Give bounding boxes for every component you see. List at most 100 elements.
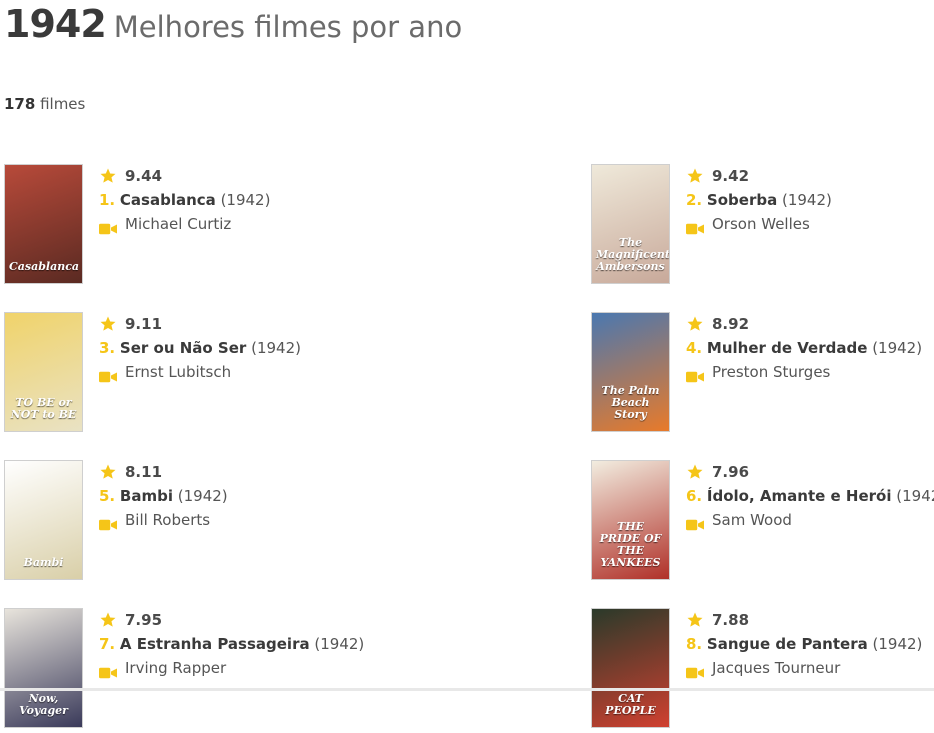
movie-info: 9.11 3. Ser ou Não Ser (1942) Ernst Lubits…	[99, 312, 301, 384]
rating-value: 8.11	[125, 463, 163, 481]
movie-rating: 9.42	[686, 164, 832, 188]
star-icon	[99, 463, 117, 481]
movie-title-line: 5. Bambi (1942)	[99, 484, 228, 508]
star-icon	[686, 167, 704, 185]
film-count-number: 178	[4, 95, 36, 113]
poster-title: The Magnificent Ambersons	[596, 236, 670, 273]
movie-rating: 7.96	[686, 460, 934, 484]
video-camera-icon	[686, 662, 704, 679]
poster-title: THE PRIDE OF THE YANKEES	[599, 520, 662, 569]
movie-rank: 5.	[99, 487, 116, 505]
movie-poster[interactable]: The Palm Beach Story	[591, 312, 670, 432]
star-icon	[686, 315, 704, 333]
movie-card[interactable]: TO BE or NOT to BE 9.11 3. Ser ou Não Ser …	[4, 312, 344, 437]
movie-director: Michael Curtiz	[99, 212, 270, 236]
video-camera-icon	[686, 366, 704, 383]
director-name-link[interactable]: Jacques Tourneur	[712, 656, 840, 680]
movie-rating: 9.11	[99, 312, 301, 336]
poster-title: Now, Voyager	[19, 692, 68, 717]
video-camera-icon	[686, 218, 704, 235]
video-camera-icon	[99, 218, 117, 235]
star-icon	[99, 611, 117, 629]
movie-year: (1942)	[251, 339, 301, 357]
movie-title-link[interactable]: A Estranha Passageira	[120, 635, 310, 653]
movie-poster[interactable]: Casablanca	[4, 164, 83, 284]
movie-director: Ernst Lubitsch	[99, 360, 301, 384]
movie-poster[interactable]: Bambi	[4, 460, 83, 580]
director-name-link[interactable]: Ernst Lubitsch	[125, 360, 231, 384]
movie-card[interactable]: Now, Voyager 7.95 7. A Estranha Passageira…	[4, 608, 364, 733]
movie-title-line: 4. Mulher de Verdade (1942)	[686, 336, 922, 360]
star-icon	[99, 315, 117, 333]
movie-director: Preston Sturges	[686, 360, 922, 384]
rating-value: 7.88	[712, 611, 750, 629]
movie-year: (1942)	[781, 191, 832, 209]
star-icon	[99, 167, 117, 185]
page-subtitle: Melhores filmes por ano	[113, 10, 463, 44]
movie-title-line: 8. Sangue de Pantera (1942)	[686, 632, 922, 656]
movie-director: Jacques Tourneur	[686, 656, 922, 680]
director-name-link[interactable]: Bill Roberts	[125, 508, 210, 532]
film-count: 178 filmes	[4, 95, 85, 113]
movie-rank: 6.	[686, 487, 703, 505]
poster-title: The Palm Beach Story	[601, 384, 660, 421]
poster-title: TO BE or NOT to BE	[10, 396, 77, 421]
movie-poster[interactable]: The Magnificent Ambersons	[591, 164, 670, 284]
movie-info: 8.92 4. Mulher de Verdade (1942) Preston S…	[686, 312, 922, 384]
video-camera-icon	[99, 662, 117, 679]
rating-value: 9.44	[125, 167, 163, 185]
movie-info: 7.95 7. A Estranha Passageira (1942) Irvin…	[99, 608, 364, 680]
movie-title-line: 1. Casablanca (1942)	[99, 188, 270, 212]
movie-director: Sam Wood	[686, 508, 934, 532]
movie-rating: 9.44	[99, 164, 270, 188]
movie-rank: 7.	[99, 635, 116, 653]
rating-value: 9.11	[125, 315, 163, 333]
movie-card[interactable]: Bambi 8.11 5. Bambi (1942) Bill Roberts	[4, 460, 344, 585]
movie-title-link[interactable]: Soberba	[707, 191, 777, 209]
movie-card[interactable]: The Palm Beach Story 8.92 4. Mulher de Ver…	[591, 312, 931, 437]
movie-title-link[interactable]: Sangue de Pantera	[707, 635, 868, 653]
film-count-label: filmes	[35, 95, 86, 113]
movie-rating: 7.88	[686, 608, 922, 632]
movie-poster[interactable]: Now, Voyager	[4, 608, 83, 728]
movie-title-line: 3. Ser ou Não Ser (1942)	[99, 336, 301, 360]
movie-year: (1942)	[872, 339, 923, 357]
movie-title-line: 6. Ídolo, Amante e Herói (1942)	[686, 484, 934, 508]
movie-year: (1942)	[896, 487, 934, 505]
movie-title-link[interactable]: Casablanca	[120, 191, 216, 209]
movie-title-line: 2. Soberba (1942)	[686, 188, 832, 212]
movie-rating: 8.92	[686, 312, 922, 336]
movie-card[interactable]: Casablanca 9.44 1. Casablanca (1942) Michae…	[4, 164, 344, 289]
movie-rating: 8.11	[99, 460, 228, 484]
rating-value: 8.92	[712, 315, 750, 333]
movie-card[interactable]: THE PRIDE OF THE YANKEES 7.96 6. Ídolo, Am…	[591, 460, 934, 585]
movie-rank: 4.	[686, 339, 703, 357]
movie-poster[interactable]: CAT PEOPLE	[591, 608, 670, 728]
movie-year: (1942)	[177, 487, 228, 505]
rating-value: 9.42	[712, 167, 750, 185]
movie-card[interactable]: The Magnificent Ambersons 9.42 2. Soberba …	[591, 164, 931, 289]
director-name-link[interactable]: Irving Rapper	[125, 656, 226, 680]
movie-info: 9.42 2. Soberba (1942) Orson Welles	[686, 164, 832, 236]
movie-rating: 7.95	[99, 608, 364, 632]
movie-director: Bill Roberts	[99, 508, 228, 532]
director-name-link[interactable]: Michael Curtiz	[125, 212, 231, 236]
movie-title-link[interactable]: Mulher de Verdade	[707, 339, 867, 357]
movie-title-link[interactable]: Bambi	[120, 487, 173, 505]
movie-card[interactable]: CAT PEOPLE 7.88 8. Sangue de Pantera (1942…	[591, 608, 931, 733]
movie-title-link[interactable]: Ser ou Não Ser	[120, 339, 246, 357]
movie-info: 7.966. Ídolo, Amante e Herói (1942)Sam W…	[686, 460, 934, 532]
movie-title-link[interactable]: Ídolo, Amante e Herói	[707, 487, 892, 505]
star-icon	[686, 611, 704, 629]
director-name-link[interactable]: Sam Wood	[712, 508, 792, 532]
director-name-link[interactable]: Preston Sturges	[712, 360, 830, 384]
rating-value: 7.95	[125, 611, 163, 629]
movie-info: 8.11 5. Bambi (1942) Bill Roberts	[99, 460, 228, 532]
movie-year: (1942)	[220, 191, 271, 209]
movie-poster[interactable]: THE PRIDE OF THE YANKEES	[591, 460, 670, 580]
movie-director: Irving Rapper	[99, 656, 364, 680]
video-camera-icon	[686, 514, 704, 531]
director-name-link[interactable]: Orson Welles	[712, 212, 810, 236]
movie-poster[interactable]: TO BE or NOT to BE	[4, 312, 83, 432]
video-camera-icon	[99, 514, 117, 531]
